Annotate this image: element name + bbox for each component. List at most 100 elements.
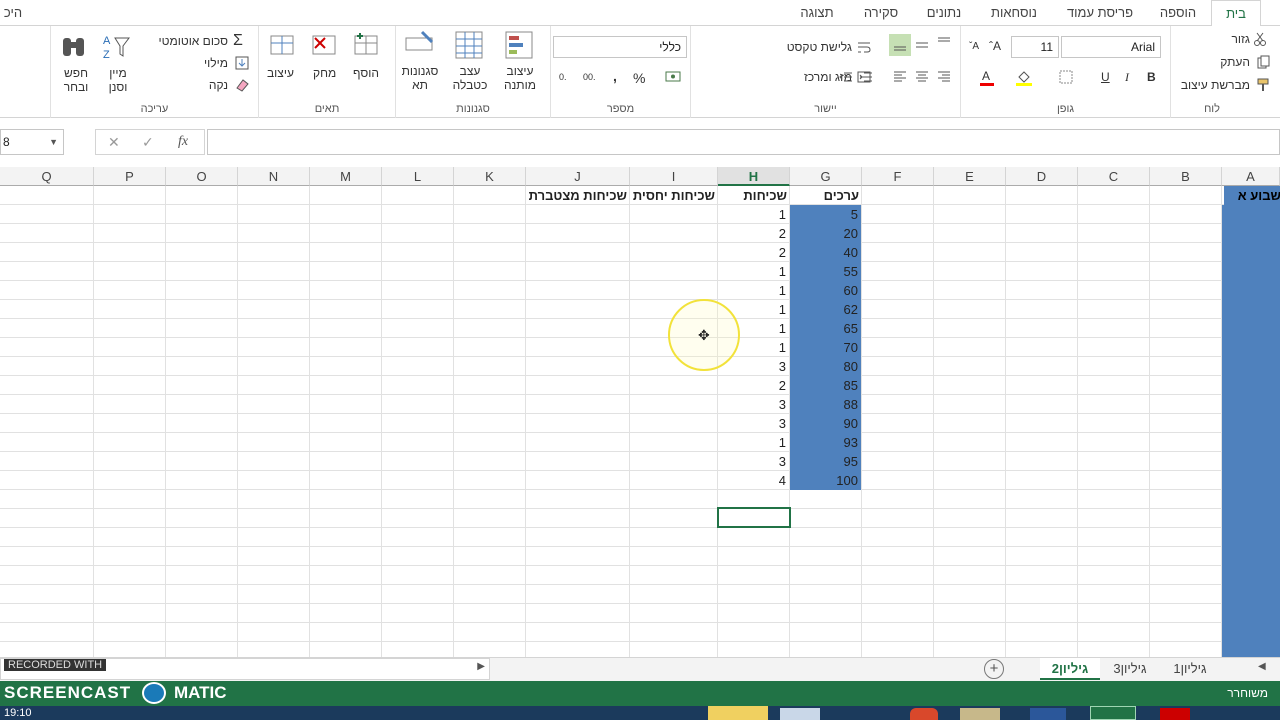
cell-frequency[interactable]: 1 — [718, 433, 789, 452]
taskbar-item-excel[interactable] — [1090, 706, 1136, 720]
cell-col-a[interactable]: 8 — [1222, 509, 1280, 528]
format-as-table-button[interactable]: עצב כטבלה — [448, 64, 492, 92]
cell-g1-header[interactable]: ערכים — [790, 186, 862, 205]
sheet-tab-1[interactable]: גיליון1 — [1162, 658, 1218, 680]
tab-page-layout[interactable]: פריסת עמוד — [1055, 0, 1145, 26]
cell-col-a[interactable]: 8 — [1222, 395, 1280, 414]
name-box[interactable]: 8 ▼ — [0, 129, 64, 155]
cell-col-a[interactable]: 8 — [1222, 528, 1280, 547]
fill-color-icon[interactable] — [1015, 68, 1033, 86]
cell-frequency[interactable]: 3 — [718, 395, 789, 414]
insert-cells-button[interactable]: הוסף — [353, 66, 379, 80]
column-header-j[interactable]: J — [526, 167, 630, 186]
cell-frequency[interactable]: 1 — [718, 262, 789, 281]
tab-review[interactable]: סקירה — [852, 0, 910, 26]
tab-formulas[interactable]: נוסחאות — [978, 0, 1050, 26]
copy-button[interactable]: העתק — [1220, 55, 1250, 69]
cell-value[interactable]: 100 — [790, 471, 861, 490]
cell-col-a[interactable]: 9 — [1222, 642, 1280, 657]
column-header-b[interactable]: B — [1150, 167, 1222, 186]
cancel-icon[interactable]: ✕ — [108, 134, 120, 151]
cell-a1-header[interactable]: שבוע א — [1224, 186, 1280, 205]
cell-value[interactable]: 60 — [790, 281, 861, 300]
taskbar-item-word[interactable] — [1030, 708, 1066, 720]
cell-frequency[interactable]: 1 — [718, 205, 789, 224]
cell-col-a[interactable] — [1222, 205, 1280, 224]
formula-input[interactable] — [207, 129, 1280, 155]
column-header-h[interactable]: H — [718, 167, 790, 186]
cell-value[interactable]: 70 — [790, 338, 861, 357]
cell-frequency[interactable]: 1 — [718, 281, 789, 300]
cell-col-a[interactable]: 6 — [1222, 319, 1280, 338]
cell-value[interactable]: 80 — [790, 357, 861, 376]
cell-col-a[interactable]: 4 — [1222, 281, 1280, 300]
cell-j1-header[interactable]: שכיחות מצטברת — [526, 186, 630, 205]
cell-value[interactable]: 40 — [790, 243, 861, 262]
cell-col-a[interactable]: 8 — [1222, 433, 1280, 452]
cell-frequency[interactable]: 2 — [718, 243, 789, 262]
delete-cells-button[interactable]: מחק — [313, 66, 336, 80]
cell-frequency[interactable]: 2 — [718, 224, 789, 243]
cell-col-a[interactable]: 7 — [1222, 376, 1280, 395]
align-left-icon[interactable] — [893, 70, 907, 84]
cell-value[interactable]: 55 — [790, 262, 861, 281]
taskbar-item-explorer[interactable] — [960, 708, 1000, 720]
shrink-font-button[interactable]: Aˇ — [969, 41, 979, 52]
conditional-formatting-button[interactable]: עיצוב מותנה — [498, 64, 542, 92]
number-format-combo[interactable]: כללי — [553, 36, 687, 58]
cell-i1-header[interactable]: שכיחות יחסית — [630, 186, 718, 205]
cell-frequency[interactable]: 3 — [718, 452, 789, 471]
cell-col-a[interactable]: 2 — [1222, 224, 1280, 243]
italic-button[interactable]: I — [1125, 70, 1129, 85]
borders-icon[interactable] — [1059, 70, 1073, 84]
column-header-m[interactable]: M — [310, 167, 382, 186]
find-select-button[interactable]: חפש ובחר — [59, 66, 93, 94]
column-header-l[interactable]: L — [382, 167, 454, 186]
add-sheet-icon[interactable]: + — [984, 659, 1004, 679]
tab-view[interactable]: תצוגה — [788, 0, 846, 26]
enter-icon[interactable]: ✓ — [142, 134, 154, 151]
cell-col-a[interactable]: 8 — [1222, 452, 1280, 471]
column-header-n[interactable]: N — [238, 167, 310, 186]
align-top-icon[interactable] — [937, 36, 951, 50]
cell-col-a[interactable]: 8 — [1222, 471, 1280, 490]
insert-function-icon[interactable]: fx — [178, 134, 188, 150]
cell-col-a[interactable]: 6 — [1222, 338, 1280, 357]
column-header-g[interactable]: G — [790, 167, 862, 186]
taskbar-item-pdf[interactable] — [1160, 708, 1190, 720]
scroll-tabs-icon[interactable]: ◀ — [1258, 661, 1266, 672]
increase-decimal-button[interactable]: .00 — [583, 72, 596, 82]
cell-col-a[interactable]: 8 — [1222, 547, 1280, 566]
column-header-p[interactable]: P — [94, 167, 166, 186]
comma-button[interactable]: , — [613, 68, 617, 84]
cell-col-a[interactable]: 9 — [1222, 585, 1280, 604]
cell-col-a[interactable]: 8 — [1222, 490, 1280, 509]
outdent-icon[interactable] — [839, 70, 853, 84]
selected-cell-h17[interactable] — [717, 507, 791, 528]
cell-frequency[interactable]: 4 — [718, 471, 789, 490]
scroll-right-icon[interactable]: ▶ — [477, 661, 485, 672]
cell-styles-button[interactable]: סגנונות תא — [398, 64, 442, 92]
column-header-f[interactable]: F — [862, 167, 934, 186]
column-header-q[interactable]: Q — [0, 167, 94, 186]
tab-data[interactable]: נתונים — [915, 0, 973, 26]
fill-button[interactable]: מילוי — [204, 56, 228, 70]
align-center-icon[interactable] — [915, 70, 929, 84]
bold-button[interactable]: B — [1147, 70, 1156, 84]
cell-col-a[interactable]: 5 — [1222, 300, 1280, 319]
format-cells-button[interactable]: עיצוב — [267, 66, 294, 80]
cell-h1-header[interactable]: שכיחות — [718, 186, 790, 205]
format-painter-button[interactable]: מברשת עיצוב — [1181, 78, 1250, 92]
cell-frequency[interactable]: 2 — [718, 376, 789, 395]
column-header-c[interactable]: C — [1078, 167, 1150, 186]
taskbar-item-chrome[interactable] — [910, 708, 938, 720]
align-right-icon[interactable] — [937, 70, 951, 84]
cell-col-a[interactable]: 9 — [1222, 566, 1280, 585]
column-header-a[interactable]: A — [1222, 167, 1280, 186]
cell-col-a[interactable]: 9 — [1222, 623, 1280, 642]
cell-value[interactable]: 85 — [790, 376, 861, 395]
cell-col-a[interactable]: 8 — [1222, 414, 1280, 433]
taskbar-item-app[interactable] — [780, 708, 820, 720]
cell-value[interactable]: 95 — [790, 452, 861, 471]
tab-home[interactable]: בית — [1211, 0, 1261, 27]
